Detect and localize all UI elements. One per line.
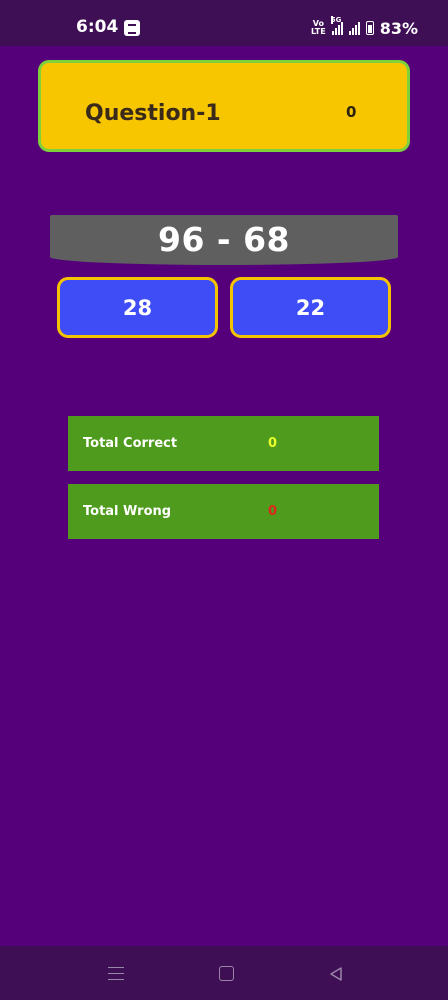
- status-time: 6:04: [76, 17, 119, 37]
- equation-text: 96 - 68: [157, 220, 291, 259]
- signal-5g-icon: 5G: [330, 15, 343, 35]
- status-bar: 6:04 Vo LTE 5G 83%: [0, 0, 448, 46]
- total-correct-value: 0: [268, 436, 278, 451]
- total-wrong-row: Total Wrong 0: [68, 484, 379, 539]
- question-card: Question-1 0: [38, 60, 410, 152]
- home-icon[interactable]: [219, 966, 234, 981]
- answer-option-1-button[interactable]: 28: [57, 277, 218, 338]
- recent-apps-icon[interactable]: [108, 967, 124, 980]
- back-icon[interactable]: [328, 966, 344, 982]
- navigation-bar: [0, 946, 448, 1000]
- question-title: Question-1: [85, 101, 221, 126]
- total-correct-row: Total Correct 0: [68, 416, 379, 471]
- total-wrong-value: 0: [268, 504, 278, 519]
- notification-app-icon: [124, 20, 140, 36]
- total-wrong-label: Total Wrong: [83, 504, 172, 519]
- total-correct-label: Total Correct: [83, 436, 178, 451]
- question-score: 0: [346, 103, 357, 121]
- status-indicators: Vo LTE 5G 83%: [311, 15, 418, 38]
- volte-icon: Vo LTE: [311, 19, 326, 36]
- equation-display: 96 - 68: [50, 215, 398, 265]
- battery-percent: 83%: [379, 18, 418, 38]
- signal-icon: [348, 21, 360, 35]
- answer-option-2-button[interactable]: 22: [230, 277, 391, 338]
- battery-icon: [365, 21, 374, 35]
